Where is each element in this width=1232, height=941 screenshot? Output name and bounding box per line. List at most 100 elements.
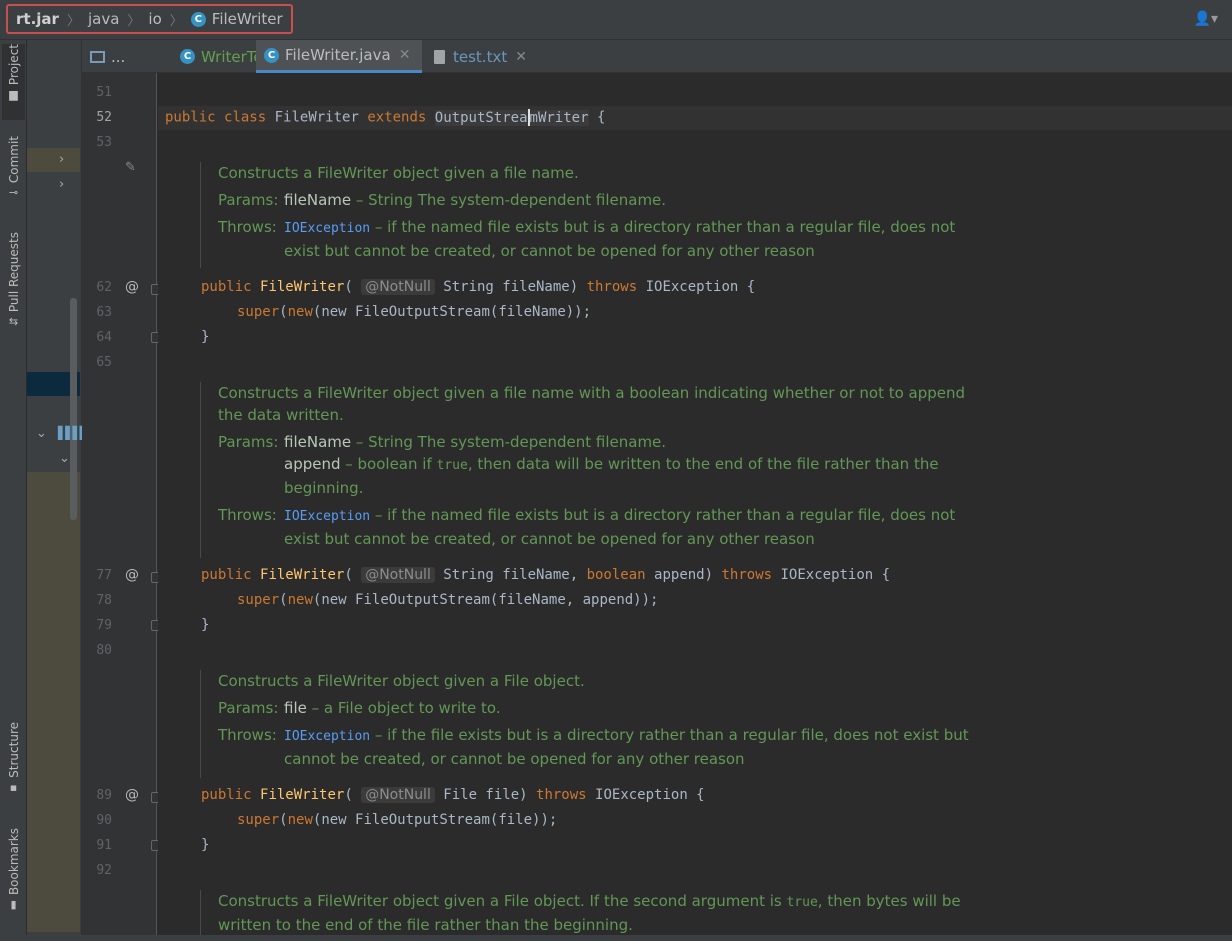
breadcrumb: rt.jar 〉 java 〉 io 〉 C FileWriter bbox=[6, 4, 293, 34]
line-number: 64 bbox=[96, 330, 112, 345]
doc-throws: Throws: IOException – if the named file e… bbox=[218, 506, 956, 524]
tab-filewriter-label: FileWriter.java bbox=[285, 46, 391, 64]
bookmarks-label: Bookmarks bbox=[6, 828, 21, 896]
chevron-down-icon[interactable]: ⌄ bbox=[36, 426, 47, 441]
chevron-right-icon[interactable]: › bbox=[59, 177, 64, 192]
parent-class-name[interactable]: OutputStrea mWriter bbox=[434, 109, 589, 126]
structure-icon: ▪ bbox=[9, 780, 18, 794]
project-panel: › › ⌄ ▌▌▌▌ ⌄ bbox=[27, 40, 89, 935]
chevron-right-icon: 〉 bbox=[127, 13, 141, 29]
notnull-hint: @NotNull bbox=[361, 567, 435, 583]
line-number: 62 bbox=[96, 280, 112, 295]
line-number: 79 bbox=[96, 618, 112, 633]
class-icon: C bbox=[264, 47, 279, 63]
line-number: 77 bbox=[96, 568, 112, 583]
editor-gutter bbox=[82, 73, 157, 935]
commit-label: Commit bbox=[6, 136, 21, 184]
tab-bookmarks[interactable]: Bookmarks ▮ bbox=[2, 828, 25, 920]
commit-icon: ⊸ bbox=[8, 186, 19, 200]
doc-summary: Constructs a FileWriter object given a f… bbox=[218, 164, 579, 182]
class-icon: C bbox=[180, 49, 195, 64]
javadoc-block: Constructs a FileWriter object given a F… bbox=[200, 670, 969, 778]
doc-summary: Constructs a FileWriter object given a F… bbox=[218, 672, 585, 690]
ioexception-link[interactable]: IOException bbox=[284, 221, 370, 236]
project-scrollbar[interactable] bbox=[70, 298, 77, 520]
line-number: 92 bbox=[96, 863, 112, 878]
doc-summary: Constructs a FileWriter object given a f… bbox=[218, 384, 966, 402]
overrides-marker-icon[interactable]: @ bbox=[125, 567, 139, 583]
doc-params: Params: file – a File object to write to. bbox=[218, 699, 501, 717]
doc-throws: Throws: IOException – if the file exists … bbox=[218, 726, 969, 744]
overrides-marker-icon[interactable]: @ bbox=[125, 279, 139, 295]
line-number: 90 bbox=[96, 813, 112, 828]
line-number: 91 bbox=[96, 838, 112, 853]
class-icon: C bbox=[190, 11, 206, 27]
closing-brace: } bbox=[201, 617, 210, 633]
editor-tab-bar: ... C WriterTest.java ✕ C FileWriter.jav… bbox=[82, 40, 1232, 73]
user-icon[interactable]: 👤▾ bbox=[1194, 11, 1218, 27]
constructor-signature: public FileWriter( @NotNull File file) t… bbox=[201, 787, 705, 803]
doc-summary: Constructs a FileWriter object given a F… bbox=[218, 892, 961, 910]
navigation-bar: rt.jar 〉 java 〉 io 〉 C FileWriter 👤▾ bbox=[0, 0, 1232, 40]
tab-project[interactable]: Project ▆ bbox=[2, 44, 25, 120]
chevron-right-icon[interactable]: › bbox=[59, 152, 64, 167]
doc-params: Params: fileName – String The system-depe… bbox=[218, 191, 667, 209]
closing-brace: } bbox=[201, 837, 210, 853]
ioexception-link[interactable]: IOException bbox=[284, 509, 370, 524]
horizontal-scrollbar[interactable] bbox=[0, 935, 1232, 941]
line-number: 89 bbox=[96, 788, 112, 803]
constructor-body: super(new(new FileOutputStream(fileName)… bbox=[237, 304, 592, 320]
notnull-hint: @NotNull bbox=[361, 279, 435, 295]
breadcrumb-io[interactable]: io bbox=[148, 10, 161, 28]
text-file-icon bbox=[434, 49, 445, 64]
constructor-body: super(new(new FileOutputStream(fileName,… bbox=[237, 592, 659, 608]
tree-row-highlight bbox=[27, 148, 80, 172]
breadcrumb-rt-jar[interactable]: rt.jar bbox=[16, 10, 59, 28]
line-number: 63 bbox=[96, 305, 112, 320]
tool-window-strip: Project ▆ Commit ⊸ Pull Requests ⇆ Struc… bbox=[0, 40, 27, 935]
line-number: 80 bbox=[96, 643, 112, 658]
folder-icon: ▆ bbox=[9, 88, 18, 102]
tab-pull-requests[interactable]: Pull Requests ⇆ bbox=[2, 232, 25, 338]
doc-params: Params: fileName – String The system-depe… bbox=[218, 433, 667, 451]
structure-label: Structure bbox=[6, 722, 21, 778]
tab-test-txt-label: test.txt bbox=[453, 47, 508, 66]
project-label: Project bbox=[6, 44, 21, 86]
javadoc-block: Constructs a FileWriter object given a f… bbox=[200, 162, 955, 268]
pull-request-icon: ⇆ bbox=[8, 315, 19, 329]
breadcrumb-filewriter[interactable]: FileWriter bbox=[212, 10, 283, 28]
constructor-body: super(new(new FileOutputStream(file)); bbox=[237, 812, 558, 828]
tab-test-txt[interactable]: test.txt ✕ bbox=[426, 40, 536, 73]
tab-project-view[interactable]: ... bbox=[82, 40, 172, 73]
window-icon bbox=[90, 50, 105, 63]
line-number: 53 bbox=[96, 135, 112, 150]
doc-throws: Throws: IOException – if the named file e… bbox=[218, 218, 956, 236]
javadoc-block: Constructs a FileWriter object given a F… bbox=[200, 890, 961, 935]
notnull-hint: @NotNull bbox=[361, 787, 435, 803]
line-number: 65 bbox=[96, 355, 112, 370]
tab-dots: ... bbox=[111, 47, 126, 66]
closing-brace: } bbox=[201, 329, 210, 345]
pencil-icon[interactable]: ✎ bbox=[125, 160, 136, 175]
tab-commit[interactable]: Commit ⊸ bbox=[2, 136, 25, 208]
close-icon[interactable]: ✕ bbox=[515, 49, 527, 65]
chevron-right-icon: 〉 bbox=[66, 13, 80, 29]
line-number: 52 bbox=[96, 110, 112, 125]
line-number: 78 bbox=[96, 593, 112, 608]
tree-scope-region bbox=[27, 472, 80, 932]
class-declaration: public class FileWriter extends OutputSt… bbox=[165, 109, 606, 126]
chevron-down-icon[interactable]: ⌄ bbox=[59, 451, 70, 466]
constructor-signature: public FileWriter( @NotNull String fileN… bbox=[201, 279, 756, 295]
ioexception-link[interactable]: IOException bbox=[284, 729, 370, 744]
tab-structure[interactable]: Structure ▪ bbox=[2, 722, 25, 804]
javadoc-block: Constructs a FileWriter object given a f… bbox=[200, 382, 965, 558]
pull-requests-label: Pull Requests bbox=[6, 232, 21, 313]
breadcrumb-java[interactable]: java bbox=[88, 10, 119, 28]
line-number: 51 bbox=[96, 85, 112, 100]
close-icon[interactable]: ✕ bbox=[399, 47, 411, 63]
constructor-signature: public FileWriter( @NotNull String fileN… bbox=[201, 567, 891, 583]
overrides-marker-icon[interactable]: @ bbox=[125, 787, 139, 803]
tab-filewriter[interactable]: C FileWriter.java ✕ bbox=[256, 40, 422, 73]
bookmark-icon: ▮ bbox=[10, 898, 17, 912]
chevron-right-icon: 〉 bbox=[169, 13, 183, 29]
